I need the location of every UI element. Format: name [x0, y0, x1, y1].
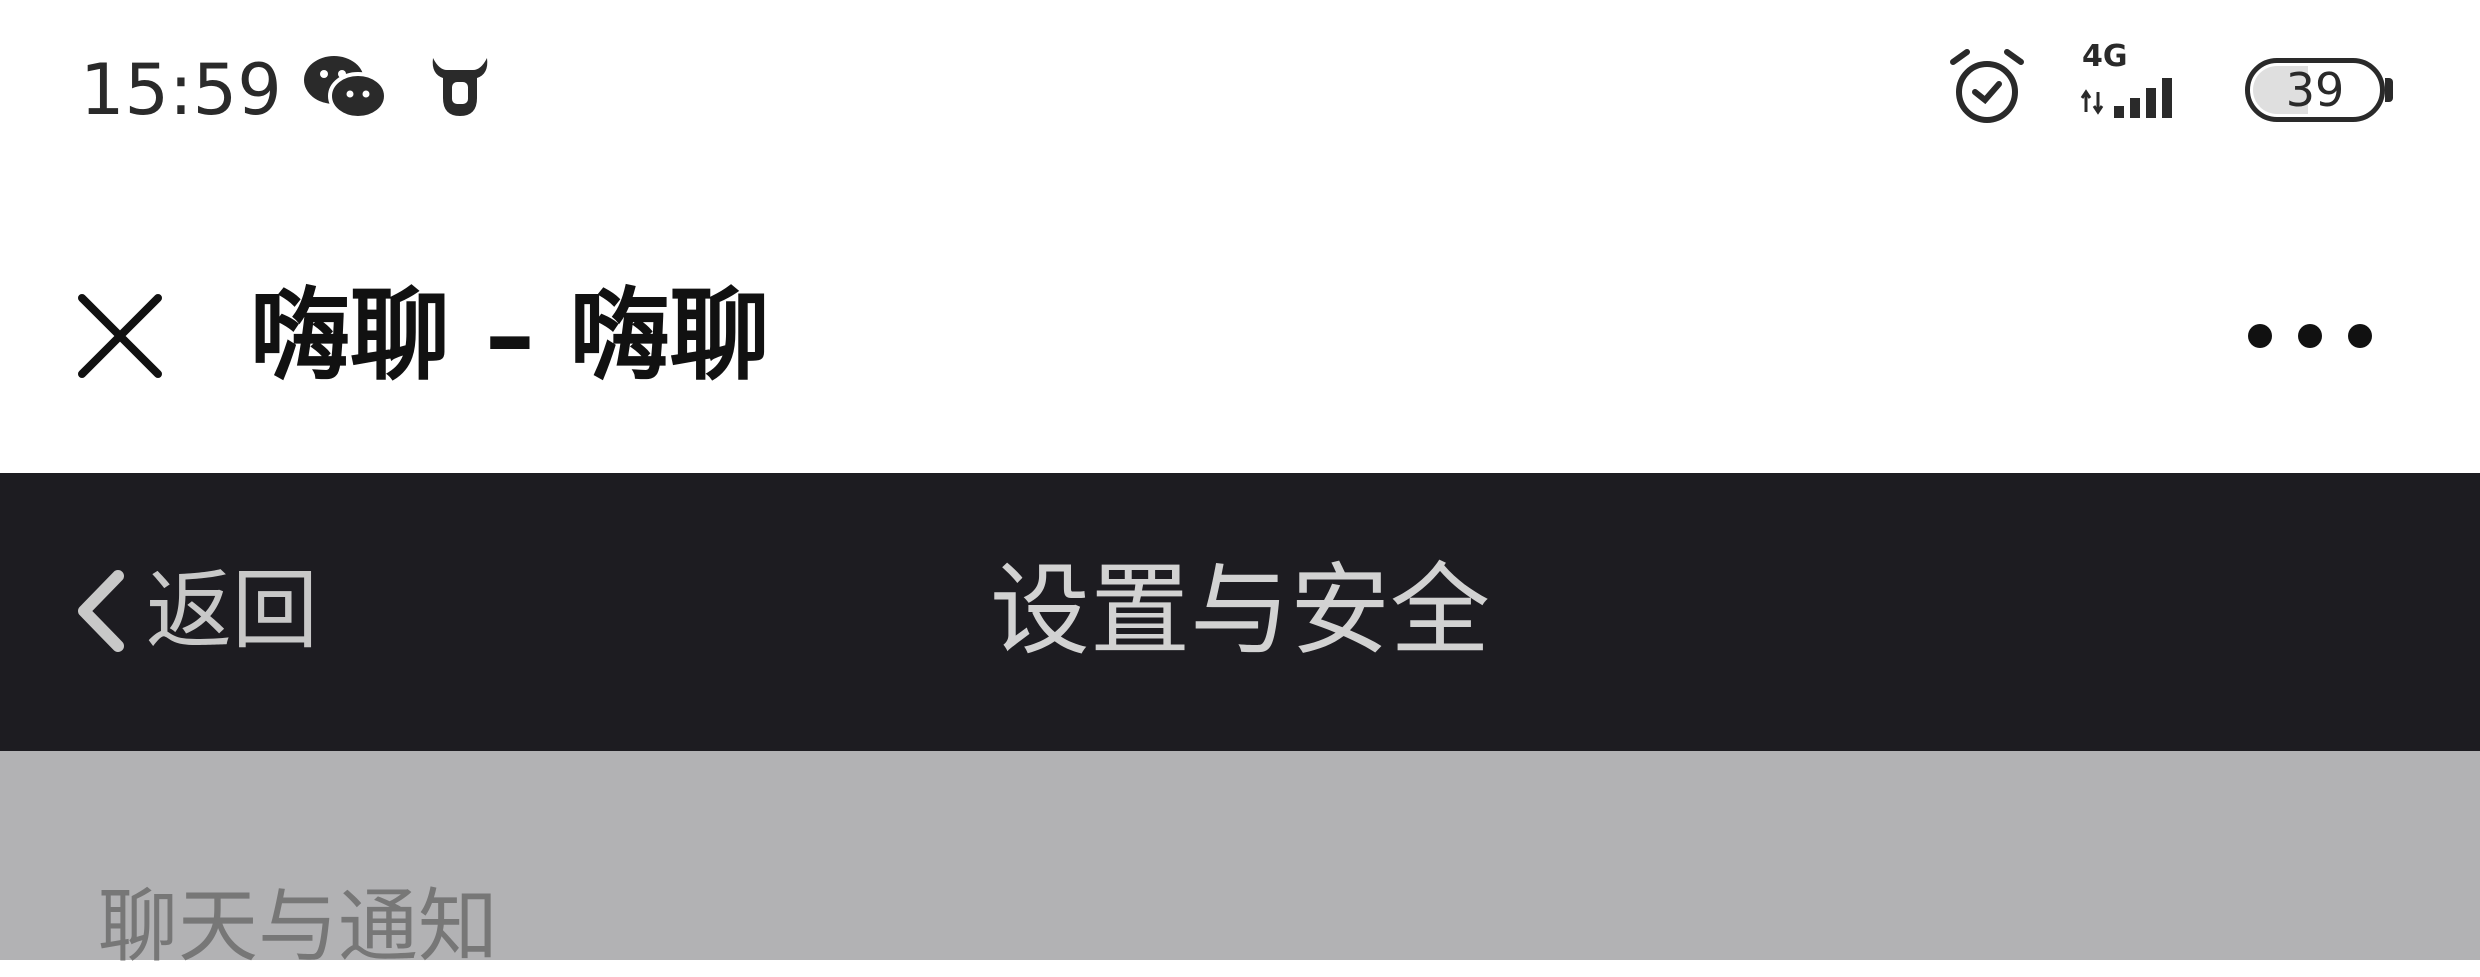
alarm-clock-icon — [1950, 49, 2024, 123]
network-type: 4G — [2082, 39, 2128, 74]
battery-level: 39 — [2285, 63, 2345, 117]
section-title: 聊天与通知 — [98, 880, 498, 973]
wechat-icon — [304, 56, 388, 120]
title-bar: 嗨聊 – 嗨聊 — [0, 180, 2480, 473]
signal-icon — [2080, 78, 2172, 118]
settings-section: 聊天与通知 — [0, 751, 2480, 973]
bull-head-icon — [432, 58, 488, 116]
battery-icon: 39 — [2245, 58, 2395, 122]
window-title: 嗨聊 – 嗨聊 — [250, 277, 770, 394]
status-time: 15:59 — [80, 49, 282, 131]
more-icon[interactable] — [2240, 306, 2380, 366]
page-title: 设置与安全 — [990, 552, 1490, 669]
app-header: 返回 设置与安全 — [0, 473, 2480, 751]
close-icon[interactable] — [60, 276, 180, 396]
status-bar: 15:59 4G 39 — [0, 0, 2480, 180]
